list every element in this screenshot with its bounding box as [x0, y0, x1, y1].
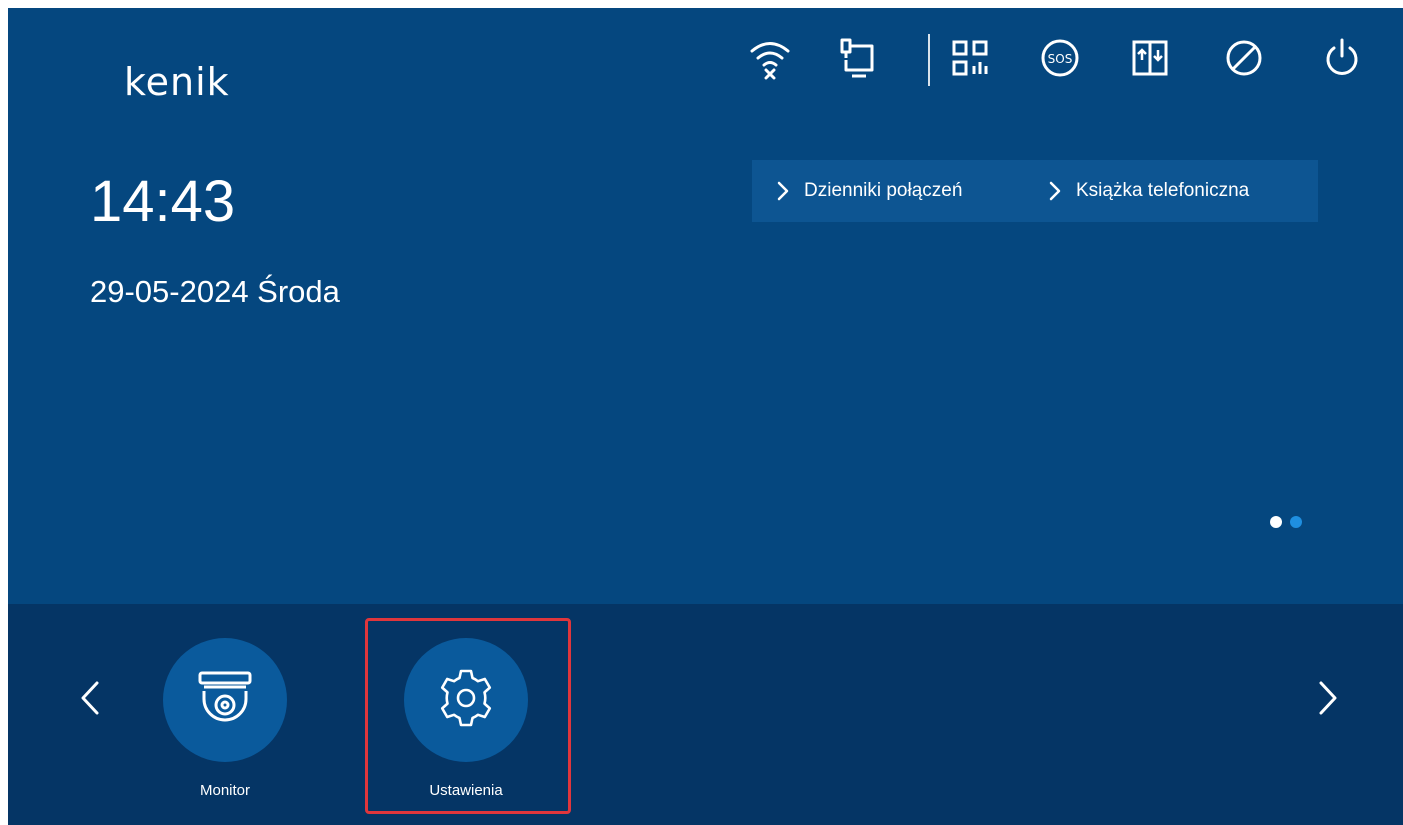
app-settings-icon-circle: [404, 638, 528, 762]
do-not-disturb-icon[interactable]: [1222, 30, 1266, 86]
home-screen: kenik SOS 14:43 29-05-2024 Środa Dzienni…: [8, 8, 1403, 825]
app-monitor[interactable]: Monitor: [145, 638, 305, 808]
app-monitor-label: Monitor: [199, 782, 251, 799]
power-icon[interactable]: [1320, 30, 1364, 86]
dock-prev-button[interactable]: [70, 672, 110, 728]
chevron-right-icon: [1048, 180, 1062, 202]
network-monitor-icon[interactable]: [836, 30, 880, 86]
clock-time: 14:43: [90, 169, 236, 234]
wifi-disconnected-icon[interactable]: [748, 30, 792, 86]
clock-date: 29-05-2024 Środa: [90, 274, 340, 309]
gear-icon: [433, 665, 499, 736]
phonebook-label: Książka telefoniczna: [1076, 180, 1250, 201]
app-monitor-icon-circle: [163, 638, 287, 762]
chevron-right-icon: [1317, 679, 1339, 722]
dock-next-button[interactable]: [1308, 672, 1348, 728]
brand-logo: kenik: [124, 60, 230, 104]
qr-code-icon[interactable]: [948, 30, 992, 86]
page-dot-1[interactable]: [1270, 516, 1282, 528]
quick-links-bar: Dzienniki połączeń Książka telefoniczna: [752, 160, 1318, 222]
elevator-icon[interactable]: [1128, 30, 1172, 86]
chevron-left-icon: [79, 679, 101, 722]
status-bar: SOS: [748, 30, 1388, 86]
dome-camera-icon: [190, 663, 260, 738]
page-dot-2[interactable]: [1290, 516, 1302, 528]
phonebook-link[interactable]: Książka telefoniczna: [1048, 160, 1249, 222]
svg-text:SOS: SOS: [1048, 52, 1073, 66]
sos-icon[interactable]: SOS: [1038, 30, 1082, 86]
page-indicator: [1270, 516, 1302, 528]
app-settings[interactable]: Ustawienia: [386, 638, 546, 808]
app-dock: Monitor Ustawienia: [8, 604, 1403, 825]
call-logs-link[interactable]: Dzienniki połączeń: [752, 160, 1048, 222]
chevron-right-icon: [776, 180, 790, 202]
status-divider: [928, 34, 930, 86]
call-logs-label: Dzienniki połączeń: [804, 180, 963, 201]
app-settings-label: Ustawienia: [429, 782, 503, 799]
